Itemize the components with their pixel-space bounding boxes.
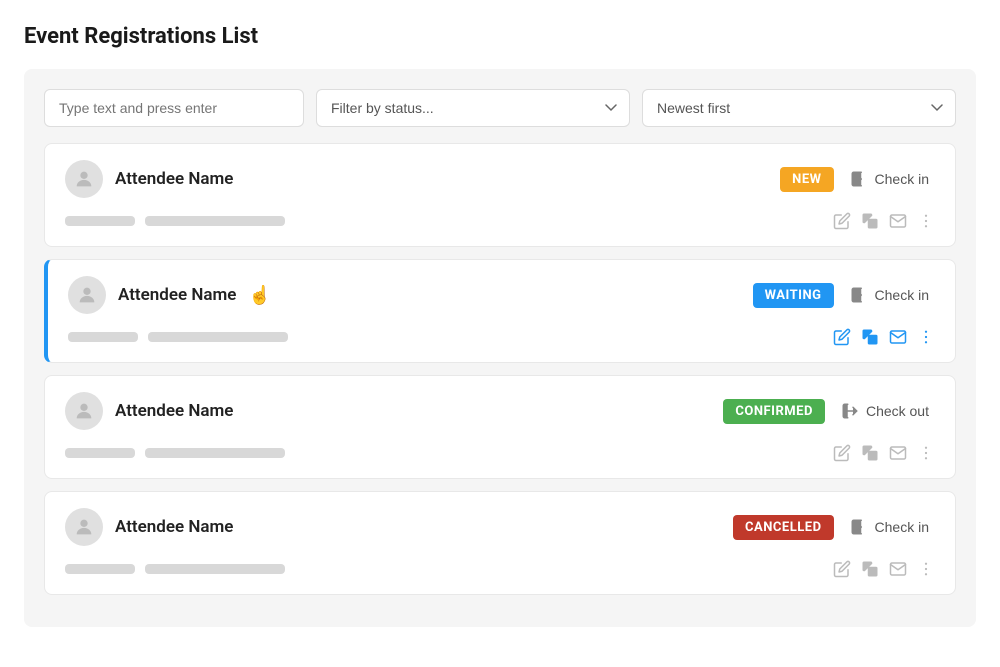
copy-icon[interactable] [861, 328, 879, 346]
status-badge: CONFIRMED [723, 399, 825, 424]
status-badge: WAITING [753, 283, 834, 308]
card-left: Attendee Name ☝ [68, 276, 271, 314]
attendee-name: Attendee Name [115, 517, 233, 537]
menu-icon[interactable] [917, 560, 935, 578]
placeholder-long [145, 564, 285, 574]
copy-icon[interactable] [861, 444, 879, 462]
checkin-button[interactable]: Check in [844, 281, 935, 309]
placeholder-long [145, 216, 285, 226]
attendee-name: Attendee Name [115, 401, 233, 421]
placeholder-blocks [65, 448, 285, 458]
page-title: Event Registrations List [24, 24, 976, 49]
registration-card: Attendee Name ☝ WAITING Check in [44, 259, 956, 363]
checkout-button[interactable]: Check out [835, 397, 935, 425]
placeholder-long [148, 332, 288, 342]
email-icon[interactable] [889, 560, 907, 578]
menu-icon[interactable] [917, 444, 935, 462]
placeholder-short [68, 332, 138, 342]
placeholder-blocks [68, 332, 288, 342]
menu-icon[interactable] [917, 328, 935, 346]
placeholder-long [145, 448, 285, 458]
status-badge: NEW [780, 167, 833, 192]
email-icon[interactable] [889, 444, 907, 462]
action-label: Check out [866, 403, 929, 419]
avatar [68, 276, 106, 314]
action-label: Check in [875, 287, 929, 303]
card-actions [833, 560, 935, 578]
card-right: NEW Check in [780, 165, 935, 193]
avatar [65, 160, 103, 198]
checkin-icon [850, 285, 870, 305]
registrations-list: Attendee Name NEW Check in [44, 143, 956, 595]
checkin-icon [850, 169, 870, 189]
avatar [65, 508, 103, 546]
checkin-icon [850, 517, 870, 537]
registration-card: Attendee Name CONFIRMED Check out [44, 375, 956, 479]
card-right: CONFIRMED Check out [723, 397, 935, 425]
placeholder-short [65, 564, 135, 574]
card-bottom [65, 560, 935, 578]
email-icon[interactable] [889, 328, 907, 346]
attendee-name: Attendee Name [115, 169, 233, 189]
action-label: Check in [875, 171, 929, 187]
cursor-hand: ☝ [248, 285, 270, 306]
card-left: Attendee Name [65, 508, 233, 546]
filter-status-select[interactable]: Filter by status... [316, 89, 630, 127]
attendee-name: Attendee Name [118, 285, 236, 305]
registration-card: Attendee Name CANCELLED Check in [44, 491, 956, 595]
copy-icon[interactable] [861, 560, 879, 578]
card-right: WAITING Check in [753, 281, 935, 309]
card-left: Attendee Name [65, 392, 233, 430]
card-bottom [65, 212, 935, 230]
status-badge: CANCELLED [733, 515, 834, 540]
card-bottom [65, 444, 935, 462]
edit-icon[interactable] [833, 212, 851, 230]
card-actions [833, 444, 935, 462]
email-icon[interactable] [889, 212, 907, 230]
sort-select[interactable]: Newest first [642, 89, 956, 127]
checkout-icon [841, 401, 861, 421]
placeholder-blocks [65, 564, 285, 574]
toolbar: Filter by status... Newest first [44, 89, 956, 127]
edit-icon[interactable] [833, 444, 851, 462]
search-input[interactable] [44, 89, 304, 127]
menu-icon[interactable] [917, 212, 935, 230]
registrations-container: Filter by status... Newest first Attende… [24, 69, 976, 627]
placeholder-short [65, 448, 135, 458]
registration-card: Attendee Name NEW Check in [44, 143, 956, 247]
edit-icon[interactable] [833, 560, 851, 578]
checkin-button[interactable]: Check in [844, 513, 935, 541]
avatar [65, 392, 103, 430]
edit-icon[interactable] [833, 328, 851, 346]
checkin-button[interactable]: Check in [844, 165, 935, 193]
card-actions [833, 328, 935, 346]
placeholder-blocks [65, 216, 285, 226]
action-label: Check in [875, 519, 929, 535]
card-right: CANCELLED Check in [733, 513, 935, 541]
copy-icon[interactable] [861, 212, 879, 230]
card-bottom [68, 328, 935, 346]
placeholder-short [65, 216, 135, 226]
card-left: Attendee Name [65, 160, 233, 198]
card-actions [833, 212, 935, 230]
